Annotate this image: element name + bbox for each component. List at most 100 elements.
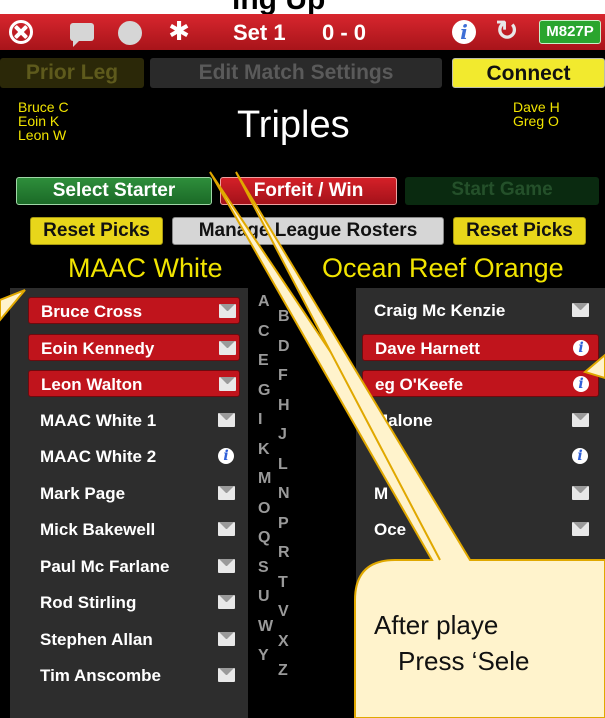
- alphabet-letter[interactable]: B: [278, 308, 290, 326]
- alphabet-letter[interactable]: A: [258, 293, 270, 311]
- reset-picks-right-button[interactable]: Reset Picks: [453, 217, 586, 245]
- alphabet-letter[interactable]: X: [278, 633, 289, 651]
- set-label: Set 1: [233, 20, 286, 45]
- alphabet-letter[interactable]: S: [258, 559, 269, 577]
- roster-player-name: Craig Mc Kenzie: [374, 301, 506, 320]
- mail-icon[interactable]: [572, 412, 589, 427]
- device-badge[interactable]: M827P: [539, 20, 601, 44]
- roster-player-name: Dave Harnett: [375, 338, 480, 358]
- roster-player-row[interactable]: Stephen Allan: [28, 626, 240, 653]
- prior-leg-button[interactable]: Prior Leg: [0, 58, 144, 88]
- roster-player-name: Oce: [374, 520, 407, 539]
- roster-player-row[interactable]: Bruce Cross: [28, 297, 240, 324]
- roster-player-name: Mick Bakewell: [40, 520, 156, 539]
- roster-player-row[interactable]: Mick Bakewell: [28, 516, 240, 543]
- edit-match-settings-button[interactable]: Edit Match Settings: [150, 58, 442, 88]
- alphabet-letter[interactable]: Z: [278, 662, 288, 680]
- roster-player-row[interactable]: M: [362, 480, 599, 507]
- right-lineup-player: Dave H: [513, 99, 560, 115]
- score-display: 0 - 0: [322, 20, 367, 45]
- callout-text-line2: Press ‘Sele: [398, 646, 530, 676]
- alphabet-letter[interactable]: V: [278, 603, 289, 621]
- gear-icon[interactable]: ✱: [166, 18, 192, 44]
- chat-icon[interactable]: [70, 23, 94, 47]
- roster-player-row[interactable]: Mark Page: [28, 480, 240, 507]
- info-icon[interactable]: i: [452, 20, 476, 44]
- roster-player-row[interactable]: eg O'Keefe i: [362, 370, 599, 397]
- info-icon[interactable]: i: [218, 448, 234, 464]
- alphabet-letter[interactable]: W: [258, 618, 273, 636]
- info-icon[interactable]: i: [573, 376, 589, 392]
- left-lineup: Bruce C Eoin K Leon W: [18, 100, 69, 142]
- info-icon[interactable]: i: [572, 448, 588, 464]
- mail-icon[interactable]: [218, 558, 235, 573]
- info-icon[interactable]: i: [573, 339, 589, 356]
- alphabet-letter[interactable]: P: [278, 515, 289, 533]
- roster-player-row[interactable]: Leon Walton: [28, 370, 240, 397]
- roster-player-name: Tim Anscombe: [40, 666, 161, 685]
- roster-player-row[interactable]: Malone: [362, 407, 599, 434]
- mail-icon[interactable]: [572, 303, 589, 317]
- mail-icon[interactable]: [218, 522, 235, 536]
- right-team-name: Ocean Reef Orange: [322, 253, 564, 283]
- alphabet-letter[interactable]: O: [258, 500, 270, 518]
- alphabet-letter[interactable]: N: [278, 485, 290, 503]
- mail-icon[interactable]: [218, 595, 235, 609]
- left-lineup-player: Bruce C: [18, 99, 69, 115]
- roster-player-row[interactable]: Paul Mc Farlane: [28, 553, 240, 580]
- roster-player-row[interactable]: Dave Harnett i: [362, 333, 599, 361]
- alphabet-letter[interactable]: T: [278, 574, 288, 592]
- alphabet-letter[interactable]: E: [258, 352, 269, 370]
- refresh-icon[interactable]: ↻: [495, 16, 521, 46]
- mail-icon[interactable]: [218, 668, 235, 682]
- roster-player-row[interactable]: ne i: [362, 443, 599, 470]
- roster-player-name: Mark Page: [40, 483, 126, 503]
- start-game-button[interactable]: Start Game: [405, 177, 599, 205]
- mail-icon[interactable]: [218, 485, 235, 500]
- alphabet-letter[interactable]: F: [278, 367, 288, 385]
- roster-player-row[interactable]: MAAC White 2 i: [28, 443, 240, 470]
- alphabet-letter[interactable]: R: [278, 544, 290, 562]
- alphabet-letter[interactable]: U: [258, 588, 270, 606]
- alphabet-letter[interactable]: G: [258, 382, 270, 400]
- alphabet-letter[interactable]: L: [278, 456, 288, 474]
- mail-icon[interactable]: [572, 485, 589, 500]
- select-starter-button[interactable]: Select Starter: [16, 177, 212, 205]
- alphabet-letter[interactable]: D: [278, 338, 290, 356]
- roster-player-name: ne: [374, 447, 394, 466]
- reset-picks-left-button[interactable]: Reset Picks: [30, 217, 163, 245]
- roster-player-name: MAAC White 2: [40, 447, 157, 466]
- left-team-name: MAAC White: [68, 253, 223, 283]
- mail-icon[interactable]: [219, 377, 236, 391]
- roster-player-name: Malone: [374, 410, 433, 430]
- left-lineup-player: Eoin K: [18, 113, 60, 129]
- page-heading-clip: ing Up: [0, 0, 605, 14]
- roster-player-row[interactable]: Rod Stirling: [28, 589, 240, 616]
- mail-icon[interactable]: [572, 522, 589, 536]
- roster-player-row[interactable]: MAAC White 1: [28, 407, 240, 434]
- record-icon[interactable]: [118, 21, 142, 45]
- close-icon[interactable]: [9, 20, 33, 44]
- roster-player-name: Eoin Kennedy: [41, 338, 155, 358]
- mail-icon[interactable]: [218, 412, 235, 427]
- connect-button[interactable]: Connect: [452, 58, 605, 88]
- alphabet-letter[interactable]: Y: [258, 647, 269, 665]
- mail-icon[interactable]: [219, 304, 236, 318]
- roster-player-row[interactable]: Tim Anscombe: [28, 662, 240, 689]
- roster-player-row[interactable]: Eoin Kennedy: [28, 333, 240, 361]
- roster-player-row[interactable]: Oce: [362, 516, 599, 543]
- alphabet-letter[interactable]: C: [258, 323, 270, 341]
- mail-icon[interactable]: [219, 340, 236, 355]
- manage-league-rosters-button[interactable]: Manage League Rosters: [172, 217, 444, 245]
- roster-player-name: MAAC White 1: [40, 410, 157, 430]
- alphabet-letter[interactable]: I: [258, 411, 262, 429]
- alphabet-letter[interactable]: J: [278, 426, 287, 444]
- mail-icon[interactable]: [218, 631, 235, 646]
- alphabet-letter[interactable]: M: [258, 470, 271, 488]
- left-lineup-player: Leon W: [18, 127, 67, 143]
- forfeit-win-button[interactable]: Forfeit / Win: [220, 177, 397, 205]
- alphabet-letter[interactable]: H: [278, 397, 290, 415]
- alphabet-letter[interactable]: K: [258, 441, 270, 459]
- roster-player-row[interactable]: Craig Mc Kenzie: [362, 297, 599, 324]
- alphabet-letter[interactable]: Q: [258, 529, 270, 547]
